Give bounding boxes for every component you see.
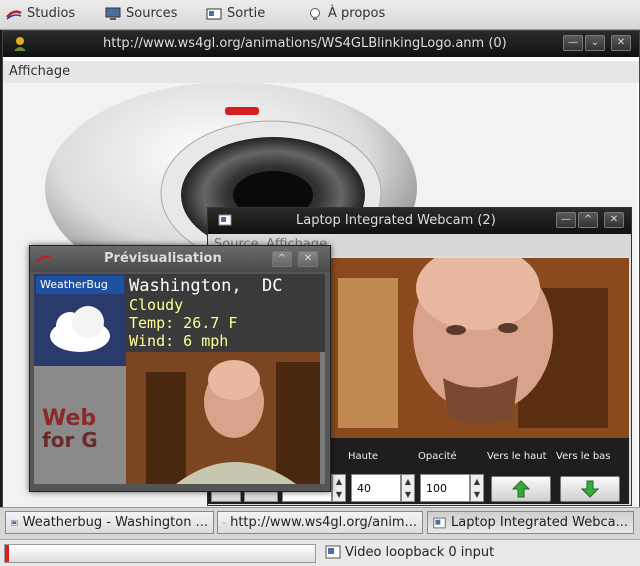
webcam-window-title: Laptop Integrated Webcam (2) (296, 213, 496, 228)
task-animation[interactable]: http://www.ws4gl.org/anim... (217, 511, 423, 534)
move-up-label: Vers le haut (487, 451, 547, 462)
preview-window-titlebar[interactable]: Prévisualisation ^ ✕ (30, 246, 330, 272)
preview-maximize-button[interactable]: ^ (272, 251, 292, 267)
preview-webcam-thumbnail (126, 352, 320, 484)
task-webcam-label: Laptop Integrated Webca... (451, 515, 628, 530)
menu-studios[interactable]: Studios (6, 6, 75, 21)
top-menu-bar: Studios Sources Sortie À propos (0, 0, 640, 30)
move-down-button[interactable] (560, 476, 620, 502)
width-stepper[interactable]: ▲ ▼ (332, 474, 346, 502)
opacity-field[interactable] (420, 474, 470, 502)
weather-temp: Temp: 26.7 F (129, 314, 238, 332)
status-text: Video loopback 0 input (345, 545, 495, 560)
task-animation-label: http://www.ws4gl.org/anim... (230, 515, 417, 530)
task-weatherbug-label: Weatherbug - Washington ... (22, 515, 208, 530)
animation-window-title: http://www.ws4gl.org/animations/WS4GLBli… (103, 36, 507, 51)
menu-a-propos[interactable]: À propos (307, 6, 385, 21)
webcam-maximize-button[interactable]: ^ (578, 212, 598, 228)
preview-canvas: WeatherBug Washington, DC Cloudy Temp: 2… (34, 274, 325, 484)
close-button[interactable]: ✕ (611, 35, 631, 51)
preview-logo-background: Web for G (34, 366, 126, 484)
weatherbug-panel: WeatherBug (34, 274, 126, 366)
opacity-input[interactable] (421, 475, 469, 501)
preview-window-title: Prévisualisation (104, 251, 222, 266)
user-icon (14, 37, 26, 51)
menu-studios-label: Studios (27, 6, 76, 21)
weather-text-panel: Washington, DC Cloudy Temp: 26.7 F Wind:… (126, 274, 325, 352)
webcam-window-icon (218, 214, 232, 226)
move-up-button[interactable] (491, 476, 551, 502)
webcam-minimize-button[interactable]: — (556, 212, 576, 228)
animation-window-titlebar[interactable]: http://www.ws4gl.org/animations/WS4GLBli… (3, 31, 639, 57)
progress-fill (5, 545, 9, 562)
preview-close-button[interactable]: ✕ (298, 251, 318, 267)
status-bar: Video loopback 0 input (0, 539, 640, 566)
task-webcam[interactable]: Laptop Integrated Webca... (427, 511, 634, 534)
top-label: Haute (348, 451, 379, 462)
green-down-arrow-icon (580, 480, 600, 498)
monitor-icon (105, 7, 121, 20)
preview-window: Prévisualisation ^ ✕ WeatherBug Washingt… (29, 245, 331, 492)
for-text: for G (42, 428, 98, 452)
progress-bar (4, 544, 316, 563)
video-source-icon (325, 545, 341, 559)
cloud-icon (50, 306, 110, 352)
studios-swoosh-icon (6, 9, 22, 20)
studios-swoosh-icon (36, 255, 52, 263)
webcam-window-titlebar[interactable]: Laptop Integrated Webcam (2) — ^ ✕ (208, 208, 631, 234)
opacity-label: Opacité (418, 451, 457, 462)
user-icon (223, 521, 225, 524)
weather-city: Washington, DC (129, 276, 283, 296)
menu-sources[interactable]: Sources (105, 6, 177, 21)
task-weatherbug[interactable]: Weatherbug - Washington ... (5, 511, 214, 534)
menu-affichage[interactable]: Affichage (9, 64, 70, 79)
animation-window-menu: Affichage (3, 61, 639, 83)
green-up-arrow-icon (511, 480, 531, 498)
weather-condition: Cloudy (129, 296, 184, 314)
menu-a-propos-label: À propos (328, 6, 386, 21)
taskbar: Weatherbug - Washington ... http://www.w… (0, 507, 640, 539)
shade-button[interactable]: ⌄ (585, 35, 605, 51)
top-stepper[interactable]: ▲ ▼ (401, 474, 415, 502)
move-down-label: Vers le bas (556, 451, 611, 462)
lightbulb-icon (310, 7, 320, 20)
menu-sortie-label: Sortie (227, 6, 266, 21)
top-input[interactable] (352, 475, 400, 501)
weatherbug-logo: WeatherBug (36, 276, 124, 294)
output-icon (206, 8, 222, 19)
window-icon (11, 519, 18, 526)
menu-sources-label: Sources (126, 6, 178, 21)
top-field[interactable] (351, 474, 401, 502)
minimize-button[interactable]: — (563, 35, 583, 51)
weather-wind: Wind: 6 mph (129, 332, 229, 350)
webcam-close-button[interactable]: ✕ (604, 212, 624, 228)
opacity-stepper[interactable]: ▲ ▼ (470, 474, 484, 502)
menu-sortie[interactable]: Sortie (206, 6, 265, 21)
webcam-window-icon (433, 517, 446, 528)
